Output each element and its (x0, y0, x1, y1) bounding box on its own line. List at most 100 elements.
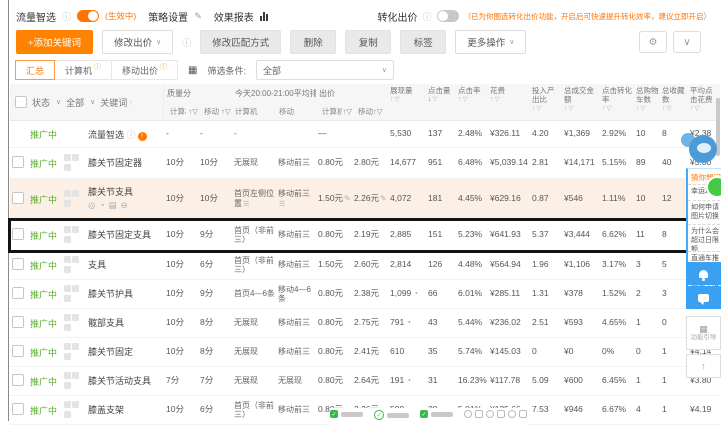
select-all-checkbox[interactable] (15, 96, 27, 108)
column-header-metric[interactable]: 点击率 ↑▽ (456, 84, 488, 120)
remove-icon[interactable]: ⊖ (121, 200, 128, 211)
row-checkbox[interactable] (12, 258, 24, 270)
status-filter-dropdown[interactable]: 状态 ∨ (32, 96, 61, 109)
column-header-metric[interactable]: 点击转化率 ↑▽ (600, 84, 634, 120)
cell-bid_pc[interactable]: 1.50元✎ (316, 194, 352, 204)
flow-select-toggle[interactable] (77, 10, 100, 22)
collapse-button[interactable]: ∨ (673, 31, 701, 53)
chat-support-button[interactable] (686, 286, 721, 309)
bid-pc-sort-header[interactable]: 计算机 ↑▽ (316, 102, 352, 120)
keyword-flag-icon[interactable] (64, 190, 71, 197)
keyword-flag-icon[interactable] (64, 314, 71, 321)
column-header-metric[interactable]: 点击量 ↓▽ (426, 84, 456, 120)
keyword-flag-icon[interactable] (64, 256, 71, 263)
keyword-flag-icon[interactable] (64, 353, 71, 360)
cell-bid_pc[interactable]: 0.80元 (316, 158, 352, 168)
keyword-flag-icon[interactable] (72, 256, 79, 263)
keyword-flag-icon[interactable] (72, 226, 79, 233)
keyword-flag-icon[interactable] (64, 411, 71, 418)
tab-summary[interactable]: 汇总 (15, 60, 56, 80)
keyword-flag-icon[interactable] (64, 401, 71, 408)
keyword-flag-icon[interactable] (72, 314, 79, 321)
cell-bid_mb[interactable]: 2.38元 (352, 289, 388, 299)
modify-bid-dropdown[interactable]: 修改出价 ∨ (102, 30, 174, 54)
keyword-flag-icon[interactable] (64, 200, 71, 207)
keyword-flag-icon[interactable] (72, 154, 79, 161)
keyword-flag-icon[interactable] (64, 382, 71, 389)
tag-button[interactable]: 标签 (400, 30, 447, 54)
assistant-mascot[interactable] (681, 133, 721, 169)
copy-button[interactable]: 复制 (345, 30, 392, 54)
keyword-flag-icon[interactable] (64, 154, 71, 161)
cell-bid_mb[interactable]: 2.60元 (352, 260, 388, 270)
keyword-flag-icon[interactable] (72, 343, 79, 350)
keyword-flag-icon[interactable] (64, 285, 71, 292)
status-all-dropdown[interactable]: 全部 ∨ (66, 96, 95, 109)
row-checkbox[interactable] (12, 316, 24, 328)
row-checkbox[interactable] (12, 374, 24, 386)
help-link[interactable]: 为什么会超过日限额 (688, 224, 721, 251)
modify-match-button[interactable]: 修改匹配方式 (200, 30, 282, 54)
keyword-flag-icon[interactable] (64, 236, 71, 243)
cell-bid_mb[interactable]: 2.64元 (352, 376, 388, 386)
keyword-flag-icon[interactable] (72, 372, 79, 379)
keyword-flag-icon[interactable] (72, 401, 79, 408)
row-checkbox[interactable] (12, 228, 24, 240)
legend-item[interactable]: ✓ (374, 410, 409, 420)
bid-mobile-sort-header[interactable]: 移动 ↑▽ (352, 102, 388, 120)
qs-pc-sort-header[interactable]: 计算机 ↑▽ (164, 102, 198, 120)
cell-bid_pc[interactable]: 0.80元 (316, 289, 352, 299)
column-header-metric[interactable]: 花费 ↑▽ (488, 84, 530, 120)
rank-detail-icon[interactable]: ☰ (243, 201, 249, 208)
add-keyword-button[interactable]: +添加关键词 (16, 30, 94, 54)
keyword-flag-icon[interactable] (64, 226, 71, 233)
keyword-flag-icon[interactable] (64, 266, 71, 273)
feature-guide-button[interactable]: ▦ 功能引导 (686, 316, 721, 350)
cell-bid_pc[interactable]: — (316, 129, 352, 139)
keyword-flag-icon[interactable] (64, 343, 71, 350)
edit-bid-icon[interactable]: ✎ (380, 194, 387, 203)
rank-detail-icon[interactable]: ☰ (279, 201, 285, 208)
cell-bid_mb[interactable]: 2.41元 (352, 347, 388, 357)
strategy-settings-link[interactable]: 策略设置 (148, 9, 188, 24)
schedule-icon[interactable]: ◔ (99, 200, 104, 211)
keyword-sort-header[interactable]: 关键词 ↑ (100, 96, 133, 109)
keyword-flag-icon[interactable] (64, 164, 71, 171)
notification-bell-button[interactable] (686, 262, 721, 285)
column-header-metric[interactable]: 展现量 ↑▽ (388, 84, 426, 120)
row-checkbox[interactable] (12, 287, 24, 299)
qs-mobile-sort-header[interactable]: 移动 ↑▽ (198, 102, 232, 120)
column-header-metric[interactable]: 总成交金额 ↑▽ (562, 84, 600, 120)
cell-bid_pc[interactable]: 0.80元 (316, 230, 352, 240)
back-to-top-button[interactable]: ↑ (686, 354, 721, 378)
row-checkbox[interactable] (12, 156, 24, 168)
cell-bid_pc[interactable]: 0.80元 (316, 318, 352, 328)
tab-computer[interactable]: 计算机 ⓘ (54, 60, 113, 80)
target-icon[interactable]: ◎ (88, 200, 95, 211)
column-header-metric[interactable]: 总收藏数 ↑▽ (660, 84, 688, 120)
row-checkbox[interactable] (12, 345, 24, 357)
cell-bid_pc[interactable]: 0.80元 (316, 347, 352, 357)
keyword-flag-icon[interactable] (64, 372, 71, 379)
help-link[interactable]: 如何申请图片切换 (688, 199, 721, 225)
row-checkbox[interactable] (12, 192, 24, 204)
filter-condition-select[interactable]: 全部 ∨ (256, 60, 395, 80)
edit-bid-icon[interactable]: ✎ (344, 194, 351, 203)
legend-item[interactable]: ✓ (330, 410, 363, 418)
settings-gear-button[interactable]: ⚙ (639, 31, 667, 53)
cell-bid_mb[interactable]: 2.19元 (352, 230, 388, 240)
keyword-flag-icon[interactable] (64, 295, 71, 302)
cell-bid_mb[interactable]: 2.75元 (352, 318, 388, 328)
more-actions-dropdown[interactable]: 更多操作 ∨ (455, 30, 527, 54)
effect-report-link[interactable]: 效果报表 (214, 9, 254, 24)
cell-bid_pc[interactable]: 1.50元 (316, 260, 352, 270)
row-checkbox[interactable] (12, 403, 24, 415)
column-header-metric[interactable]: 总购物车数 ↑▽ (634, 84, 660, 120)
legend-item[interactable]: ✓ (420, 410, 453, 418)
keyword-flag-icon[interactable] (64, 324, 71, 331)
tab-mobile-bid[interactable]: 移动出价 ⓘ (111, 60, 179, 80)
conversion-bid-toggle[interactable] (436, 10, 459, 22)
report-icon[interactable]: ▤ (109, 200, 117, 211)
cell-bid_pc[interactable]: 0.80元 (316, 376, 352, 386)
keyword-flag-icon[interactable] (72, 190, 79, 197)
